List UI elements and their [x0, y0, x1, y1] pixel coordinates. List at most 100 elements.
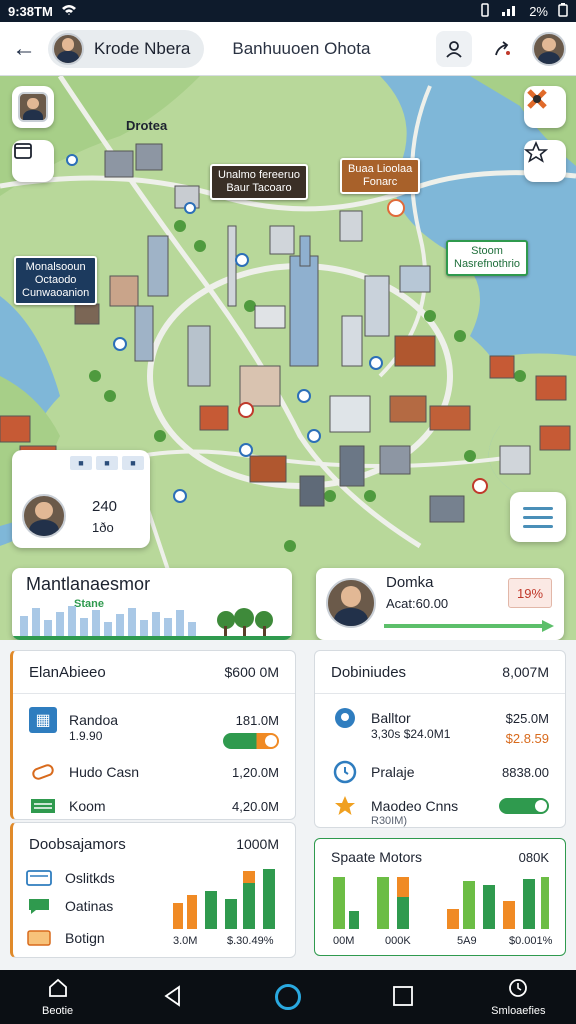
card-chart-left: Doobsajamors 1000M Oslitkds Oatinas Boti…: [10, 822, 296, 958]
list-item[interactable]: Pralaje 8838.00: [331, 757, 549, 787]
vibrate-icon: [479, 2, 491, 20]
battery-text: 2%: [529, 3, 548, 19]
wifi-icon: [61, 4, 77, 19]
map-callout-2[interactable]: Buaa Lioolaa Fonarc: [340, 158, 421, 194]
map-callout-4[interactable]: Stoom Nasrefnothrio: [446, 240, 529, 276]
agent-card-right[interactable]: Domka Acat:60.00 19%: [316, 568, 564, 640]
map-callout-3[interactable]: Monalsooun Octaodo Cunwaoanion: [14, 256, 98, 305]
item-label: Oslitkds: [65, 870, 115, 886]
item-amount: 4,20.0M: [232, 798, 279, 814]
item-label: Maodeo Cnns: [371, 798, 459, 814]
profile-name: Krode Nbera: [94, 38, 191, 58]
axis-label: $.30.49%: [227, 935, 274, 947]
dashboard: ElanAbieeo $600 0M ▦ Randoa 181.0M 1.9.9…: [0, 640, 576, 970]
map-district-label: Drotea: [126, 118, 168, 133]
item-label: Randoa: [69, 712, 119, 728]
card-title: ElanAbieeo: [29, 663, 106, 681]
list-item[interactable]: Hudo Casn 1,20.0M: [29, 757, 279, 787]
x-marker-icon[interactable]: [524, 86, 566, 128]
person-value-2: 1ðo: [92, 520, 114, 535]
item-amount: 181.0M: [235, 712, 279, 728]
card-amount: 080K: [518, 849, 549, 865]
axis-label: 5A9: [457, 935, 477, 947]
item-toggle[interactable]: [499, 798, 549, 814]
user-icon[interactable]: [436, 30, 472, 67]
card-icon: [25, 865, 53, 891]
chat-icon: [25, 893, 53, 919]
star-outline-icon[interactable]: [524, 140, 566, 182]
agent-name: Domka: [386, 574, 434, 591]
map-canvas: [0, 76, 576, 640]
item-amount: $25.0M: [505, 710, 549, 726]
star-icon: [331, 793, 359, 819]
list-item[interactable]: Maodeo Cnns R30IM): [331, 791, 549, 827]
home-icon: [47, 977, 69, 1003]
person-value-1: 240: [92, 498, 118, 515]
item-label: Botign: [65, 930, 105, 946]
avatar: [326, 578, 376, 628]
map-person-card[interactable]: ■ ■ ■ 240 1ðo: [12, 450, 150, 548]
progress-arrow: [384, 620, 554, 632]
top-app-bar: ← Krode Nbera Banhuuoen Ohota: [0, 22, 576, 76]
list-item[interactable]: Botign: [25, 923, 145, 953]
tag-chip: ■: [70, 456, 92, 470]
clock-icon: [331, 759, 359, 785]
tag-chip: ■: [122, 456, 144, 470]
overview-card-left[interactable]: Mantlanaesmor Stane: [12, 568, 292, 640]
item-amount: 8838.00: [502, 764, 549, 780]
list-item[interactable]: Balltor $25.0M 3,30s $24.0M1: [331, 703, 549, 741]
nav-schedules[interactable]: Smloaefies: [470, 977, 566, 1017]
barcode-icon: ▦: [29, 707, 57, 733]
nav-back[interactable]: [125, 984, 221, 1011]
pill-icon: [29, 759, 57, 785]
skyline-graphic: [12, 606, 292, 640]
back-triangle-icon: [161, 984, 185, 1011]
card-amount: 1000M: [236, 836, 279, 852]
battery-icon: [558, 2, 568, 20]
location-icon: [331, 705, 359, 731]
item-label: Koom: [69, 798, 106, 814]
ticket-icon: [25, 925, 53, 951]
nav-home[interactable]: Beotie: [10, 977, 106, 1017]
item-label: Oatinas: [65, 898, 114, 914]
mini-bar-chart: [333, 877, 549, 929]
nav-home-ring[interactable]: [240, 984, 336, 1010]
list-item[interactable]: ▦ Randoa 181.0M 1.9.90: [29, 705, 279, 743]
cash-icon: [29, 793, 57, 819]
item-amount: 1,20.0M: [232, 764, 279, 780]
share-icon[interactable]: [484, 31, 520, 67]
tag-chip: ■: [96, 456, 118, 470]
recents-square-icon: [392, 985, 414, 1010]
profile-chip[interactable]: Krode Nbera: [48, 29, 205, 68]
city-map[interactable]: Drotea Unalmo fereeruo Baur Tacoaro Buaa…: [0, 76, 576, 640]
card-chart-right: Spaate Motors 080K 00M 000K 5A9 $0.001%: [314, 838, 566, 956]
avatar: [22, 494, 66, 538]
axis-label: 000K: [385, 935, 411, 947]
axis-label: 00M: [333, 935, 355, 947]
account-avatar[interactable]: [532, 31, 566, 66]
item-label: Pralaje: [371, 764, 415, 780]
menu-icon[interactable]: [510, 492, 566, 542]
card-amount: 8,007M: [502, 664, 549, 680]
status-bar: 9:38TM 2%: [0, 0, 576, 22]
card-overview-left: ElanAbieeo $600 0M ▦ Randoa 181.0M 1.9.9…: [10, 650, 296, 820]
mini-bar-chart: [173, 869, 275, 929]
list-item[interactable]: Oatinas: [25, 891, 145, 921]
card-title: Doobsajamors: [29, 835, 126, 853]
card-amount: $600 0M: [224, 664, 279, 680]
nav-label: Beotie: [41, 1005, 74, 1017]
axis-label: 3.0M: [173, 935, 198, 947]
clock-icon: [507, 977, 529, 1003]
item-sub: 1.9.90: [69, 729, 103, 743]
list-item[interactable]: Oslitkds: [25, 863, 145, 893]
back-arrow-icon[interactable]: ←: [0, 22, 48, 76]
map-callout-1[interactable]: Unalmo fereeruo Baur Tacoaro: [210, 164, 308, 200]
item-toggle[interactable]: [223, 733, 279, 749]
nav-recents[interactable]: [355, 985, 451, 1010]
layers-icon[interactable]: [12, 140, 54, 182]
agent-detail: Acat:60.00: [386, 596, 449, 611]
list-item[interactable]: Koom 4,20.0M: [29, 791, 279, 821]
map-avatar-button[interactable]: [12, 86, 54, 128]
card-details-right: Dobiniudes 8,007M Balltor $25.0M 3,30s $…: [314, 650, 566, 828]
card-title: Dobiniudes: [331, 663, 407, 681]
